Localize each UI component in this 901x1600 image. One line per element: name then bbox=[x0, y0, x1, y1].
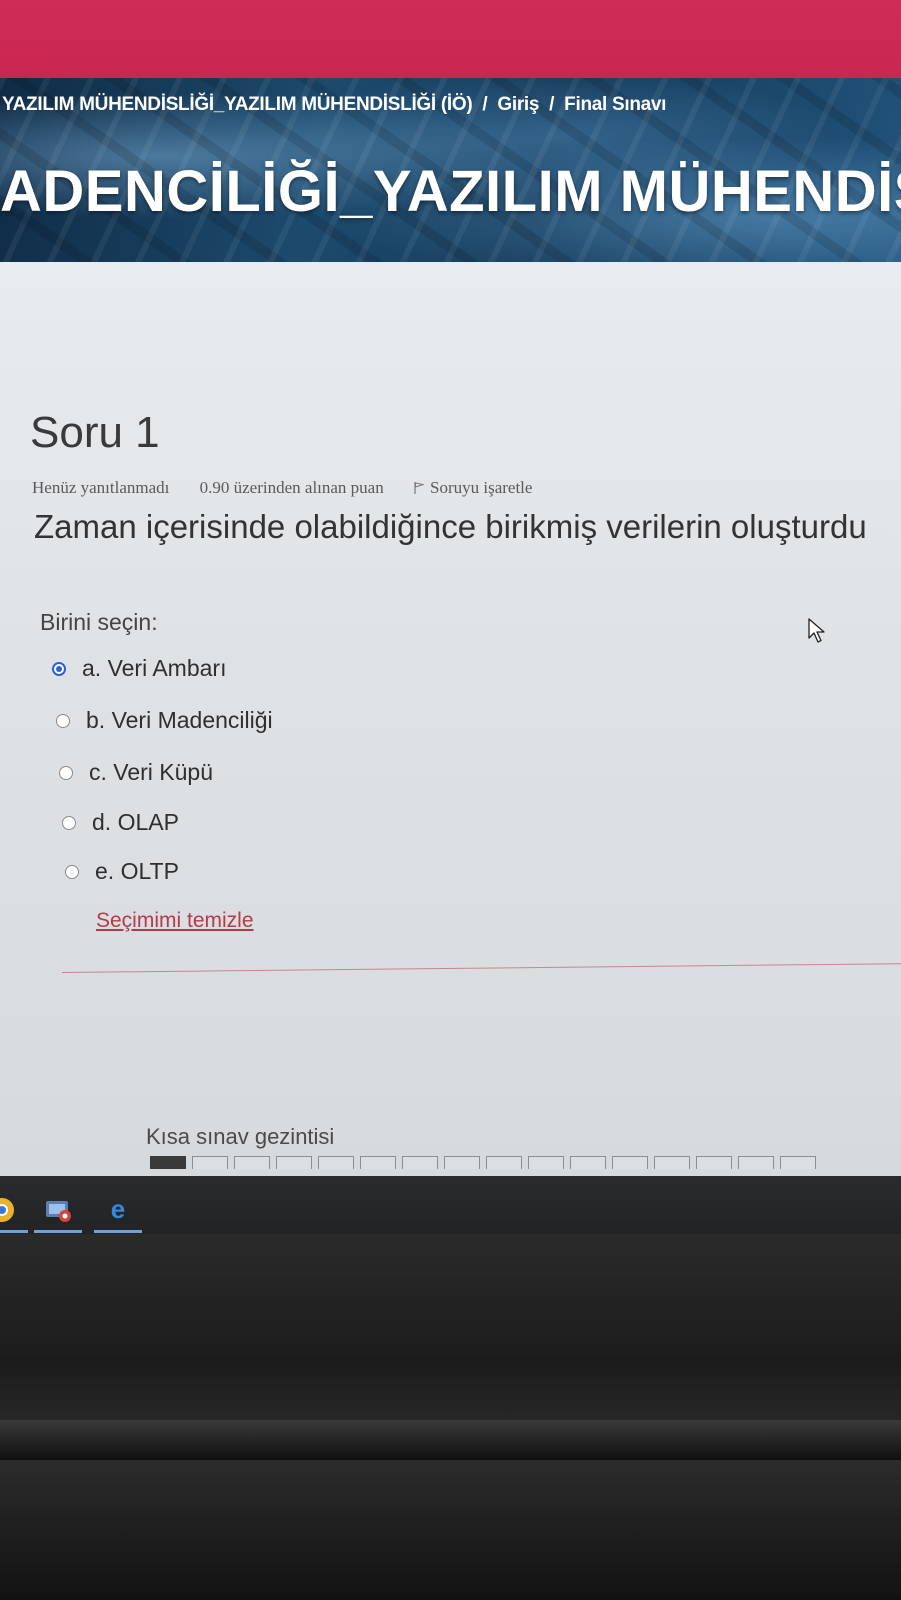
monitor-bezel bbox=[0, 1234, 901, 1600]
nav-question-button[interactable] bbox=[360, 1156, 396, 1169]
radio-button[interactable] bbox=[56, 713, 70, 728]
breadcrumb-separator: / bbox=[549, 94, 555, 115]
nav-question-button[interactable] bbox=[696, 1156, 732, 1169]
answer-option-d[interactable]: d. OLAP bbox=[62, 809, 179, 836]
banner-title: ADENCİLİĞİ_YAZILIM MÜHENDİS bbox=[0, 159, 901, 224]
monitor-bezel-edge bbox=[0, 1420, 901, 1460]
question-status: Henüz yanıtlanmadı bbox=[32, 478, 170, 497]
breadcrumb-section[interactable]: Giriş bbox=[497, 94, 539, 115]
nav-question-button[interactable] bbox=[192, 1156, 228, 1169]
windows-taskbar bbox=[0, 1176, 901, 1234]
media-icon[interactable] bbox=[44, 1196, 72, 1224]
answer-option-b[interactable]: b. Veri Madenciliği bbox=[56, 707, 273, 734]
question-info: Henüz yanıtlanmadı 0.90 üzerinden alınan… bbox=[32, 478, 584, 498]
breadcrumb-course[interactable]: YAZILIM MÜHENDİSLİĞİ_YAZILIM MÜHENDİSLİĞ… bbox=[2, 94, 473, 115]
breadcrumb: YAZILIM MÜHENDİSLİĞİ_YAZILIM MÜHENDİSLİĞ… bbox=[2, 94, 666, 116]
radio-button-selected[interactable] bbox=[52, 661, 66, 676]
nav-question-button[interactable] bbox=[402, 1156, 438, 1169]
clear-selection-link[interactable]: Seçimimi temizle bbox=[96, 909, 254, 933]
question-title: Soru 1 bbox=[30, 408, 160, 457]
nav-question-button[interactable] bbox=[738, 1156, 774, 1169]
flag-question-label: Soruyu işaretle bbox=[429, 478, 533, 497]
question-text: Zaman içerisinde olabildiğince birikmiş … bbox=[34, 508, 867, 545]
nav-question-button[interactable] bbox=[570, 1156, 606, 1169]
nav-question-button[interactable] bbox=[654, 1156, 690, 1169]
breadcrumb-separator: / bbox=[482, 94, 488, 115]
svg-text:e: e bbox=[111, 1196, 125, 1224]
answer-option-e[interactable]: e. OLTP bbox=[65, 858, 179, 885]
taskbar-active-indicator bbox=[94, 1230, 142, 1233]
nav-question-button[interactable] bbox=[234, 1156, 270, 1169]
nav-question-button[interactable] bbox=[612, 1156, 648, 1169]
photo-of-screen: YAZILIM MÜHENDİSLİĞİ_YAZILIM MÜHENDİSLİĞ… bbox=[0, 0, 901, 1600]
answer-option-label: d. OLAP bbox=[92, 809, 179, 835]
quiz-navigation-title: Kısa sınav gezintisi bbox=[146, 1124, 335, 1149]
answer-option-label: c. Veri Küpü bbox=[89, 759, 214, 785]
radio-button[interactable] bbox=[59, 765, 73, 780]
question-points: 0.90 üzerinden alınan puan bbox=[199, 478, 384, 497]
nav-question-button[interactable] bbox=[444, 1156, 480, 1169]
quiz-navigation-buttons bbox=[150, 1156, 816, 1170]
radio-button[interactable] bbox=[62, 815, 76, 830]
flag-question-link[interactable]: Soruyu işaretle bbox=[414, 478, 558, 497]
edge-icon[interactable]: e bbox=[104, 1196, 132, 1224]
taskbar-active-indicator bbox=[34, 1230, 82, 1233]
nav-question-button[interactable] bbox=[486, 1156, 522, 1169]
answer-option-label: b. Veri Madenciliği bbox=[86, 707, 273, 733]
answer-option-label: a. Veri Ambarı bbox=[82, 655, 227, 681]
nav-question-button[interactable] bbox=[780, 1156, 816, 1169]
chrome-icon[interactable] bbox=[0, 1196, 16, 1224]
nav-question-button[interactable] bbox=[150, 1156, 186, 1169]
radio-button[interactable] bbox=[65, 864, 79, 879]
nav-question-button[interactable] bbox=[318, 1156, 354, 1169]
answer-option-c[interactable]: c. Veri Küpü bbox=[59, 759, 213, 786]
answer-option-a[interactable]: a. Veri Ambarı bbox=[52, 655, 226, 682]
nav-question-button[interactable] bbox=[528, 1156, 564, 1169]
taskbar-active-indicator bbox=[0, 1230, 28, 1233]
answer-option-label: e. OLTP bbox=[95, 858, 179, 884]
flag-icon bbox=[414, 482, 424, 494]
breadcrumb-page[interactable]: Final Sınavı bbox=[564, 94, 666, 115]
mouse-cursor-icon bbox=[808, 618, 825, 643]
nav-question-button[interactable] bbox=[276, 1156, 312, 1169]
answer-prompt: Birini seçin: bbox=[40, 609, 158, 635]
